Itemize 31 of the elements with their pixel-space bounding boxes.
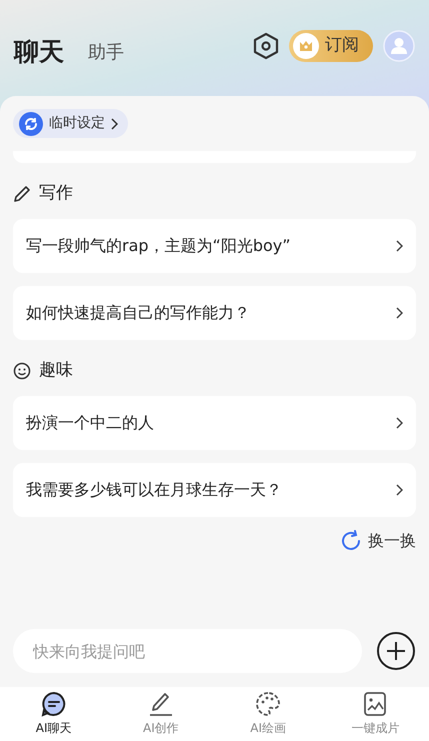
header-tab[interactable]: 助手 xyxy=(88,44,124,64)
picture-frame-icon xyxy=(362,691,388,717)
section-title: 趣味 xyxy=(39,359,73,382)
chevron-icon xyxy=(111,118,118,130)
nav-tab[interactable]: AI绘画 xyxy=(214,687,322,741)
subscribe-button[interactable]: 订阅 xyxy=(289,30,373,62)
chat-bubble-icon xyxy=(40,691,67,717)
refresh-icon xyxy=(340,530,362,552)
header-tab[interactable]: 聊天 xyxy=(14,39,64,64)
section-title: 写作 xyxy=(39,182,73,206)
chevron-icon xyxy=(396,240,403,252)
nav-tab[interactable]: AI创作 xyxy=(107,687,214,741)
chevron-icon xyxy=(396,484,403,496)
temporary-settings-chip[interactable]: 临时设定 xyxy=(13,109,128,138)
chevron-icon xyxy=(396,417,403,429)
shuffle-button[interactable]: 换一换 xyxy=(340,529,416,553)
prompt-card[interactable]: 我需要多少钱可以在月球生存一天？ xyxy=(13,463,416,517)
pen-icon xyxy=(148,691,174,717)
refresh-icon xyxy=(19,112,43,136)
crown-icon xyxy=(293,33,319,59)
smiley-icon xyxy=(13,362,31,380)
prompt-card[interactable]: 如何快速提高自己的写作能力？ xyxy=(13,286,416,340)
chevron-icon xyxy=(396,307,403,319)
prompt-card[interactable]: 写一段帅气的rap，主题为“阳光boy” xyxy=(13,219,416,273)
add-icon[interactable] xyxy=(376,631,416,671)
nav-tab[interactable]: 一键成片 xyxy=(322,687,429,741)
prompt-card[interactable]: 扮演一个中二的人 xyxy=(13,396,416,450)
pencil-icon xyxy=(13,185,31,203)
settings-icon[interactable] xyxy=(253,32,279,60)
nav-tab[interactable]: AI聊天 xyxy=(0,687,108,741)
palette-icon xyxy=(255,691,282,717)
